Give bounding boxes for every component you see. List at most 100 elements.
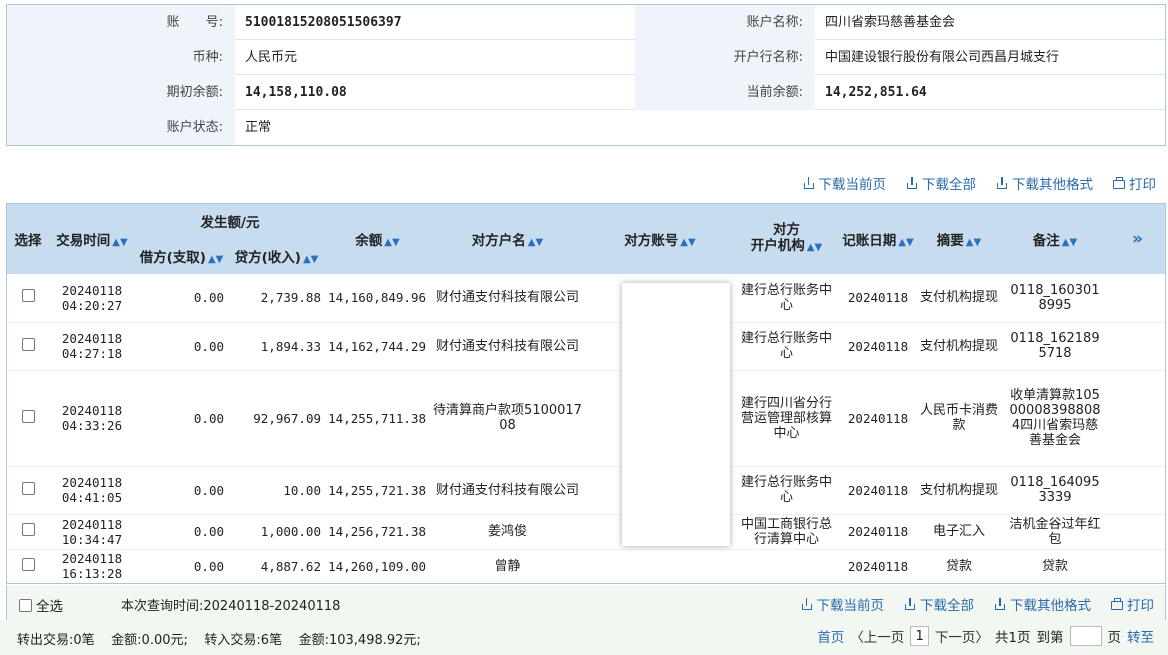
- bottom-toolbar: 下载当前页 下载全部 下载其他格式 打印: [801, 594, 1154, 614]
- time-part: 04:41:05: [61, 490, 123, 505]
- cell-summary: 支付机构提现: [920, 482, 999, 498]
- cell-balance: 14,260,109.00: [328, 558, 426, 574]
- col-remark[interactable]: 备注 ▲▼: [1000, 204, 1110, 274]
- cell-counterparty-name: 财付通支付科技有限公司: [435, 338, 579, 354]
- cell-balance: 14,162,744.29: [328, 338, 426, 354]
- cell-counterparty-name: 曾静: [494, 558, 521, 574]
- cell-balance: 14,255,711.38: [328, 410, 426, 426]
- cell-select[interactable]: [7, 274, 49, 322]
- cell-counterparty-bank: 建行四川省分行营运管理部核算中心: [740, 395, 832, 441]
- col-time[interactable]: 交易时间 ▲▼: [49, 204, 135, 274]
- account-name-value: 四川省索玛慈善基金会: [825, 15, 956, 30]
- cell-time: 20240118 16:13:28: [49, 549, 135, 583]
- table-row: 20240118 04:33:26 0.00 92,967.09 14,255,711.…: [7, 370, 1165, 466]
- col-counterparty-account[interactable]: 对方账号 ▲▼: [585, 204, 735, 274]
- cell-credit: 92,967.09: [253, 410, 321, 426]
- col-counterparty-bank[interactable]: 对方 开户机构 ▲▼: [735, 204, 838, 274]
- cell-posting-date: 20240118: [847, 410, 909, 426]
- current-page[interactable]: 1: [910, 626, 929, 646]
- select-all-checkbox[interactable]: 全选: [19, 595, 63, 615]
- query-time: 本次查询时间:20240118-20240118: [121, 599, 341, 614]
- col-balance[interactable]: 余额 ▲▼: [325, 204, 430, 274]
- current-balance-value: 14,252,851.64: [825, 85, 927, 100]
- time-part: 16:13:28: [61, 566, 123, 581]
- download-page-link[interactable]: 下载当前页: [803, 173, 886, 193]
- cell-select[interactable]: [7, 549, 49, 583]
- download-icon: [994, 598, 1006, 610]
- table-row: 20240118 04:27:18 0.00 1,894.33 14,162,744.2…: [7, 322, 1165, 370]
- col-amount-group: 发生额/元: [135, 204, 325, 238]
- account-row-2: 币种: 人民币元 开户行名称: 中国建设银行股份有限公司西昌月城支行: [7, 40, 1165, 75]
- summary-bar: 转出交易:0笔 金额:0.00元; 转入交易:6笔 金额:103,498.92元…: [0, 620, 1168, 655]
- prev-page-link[interactable]: 〈上一页: [850, 626, 904, 646]
- cell-remark: 0118_1603018995: [1010, 282, 1100, 313]
- cell-select[interactable]: [7, 466, 49, 514]
- sort-icon: ▲▼: [384, 237, 400, 248]
- row-checkbox[interactable]: [21, 481, 35, 495]
- cell-select[interactable]: [7, 514, 49, 549]
- sort-icon: ▲▼: [898, 237, 914, 248]
- cell-remark: 洁机金谷过年红包: [1009, 516, 1101, 547]
- sort-icon: ▲▼: [527, 237, 544, 248]
- cell-time: 20240118 04:27:18: [49, 322, 135, 370]
- cell-counterparty-bank: [735, 549, 838, 583]
- transaction-table: 选择 交易时间 ▲▼ 发生额/元 余额 ▲▼ 对方户名 ▲▼ 对方账号 ▲▼ 对方 开户机…: [6, 203, 1166, 584]
- time-part: 10:34:47: [61, 531, 123, 547]
- cell-counterparty-bank: 中国工商银行总行清算中心: [740, 516, 832, 547]
- bank-label: 开户行名称:: [635, 40, 815, 75]
- time-part: 04:33:26: [61, 418, 123, 433]
- more-columns-button[interactable]: »: [1110, 204, 1165, 274]
- cell-select[interactable]: [7, 322, 49, 370]
- cell-remark: 0118_1640953339: [1010, 475, 1100, 505]
- row-checkbox[interactable]: [21, 289, 35, 303]
- goto-page-input[interactable]: [1069, 626, 1102, 646]
- cell-credit: 10.00: [283, 482, 321, 498]
- table-row: 20240118 04:41:05 0.00 10.00 14,255,721.38 财付…: [7, 466, 1165, 514]
- cell-more: [1110, 322, 1165, 370]
- cell-time: 20240118 04:20:27: [49, 274, 135, 322]
- time-part: 20240118: [61, 551, 123, 566]
- col-posting-date[interactable]: 记账日期 ▲▼: [838, 204, 918, 274]
- print-link[interactable]: 打印: [1113, 173, 1156, 193]
- sort-icon: ▲▼: [965, 237, 982, 248]
- cell-credit: 2,739.88: [260, 290, 321, 306]
- cell-summary: 贷款: [945, 558, 972, 574]
- cell-counterparty-name: 姜鸿俊: [487, 524, 527, 539]
- time-part: 20240118: [61, 516, 123, 532]
- cell-summary: 支付机构提现: [920, 290, 999, 306]
- download-other-link[interactable]: 下载其他格式: [996, 173, 1093, 193]
- col-counterparty-name[interactable]: 对方户名 ▲▼: [430, 204, 585, 274]
- go-button[interactable]: 转至: [1127, 626, 1154, 646]
- download-page-link[interactable]: 下载当前页: [801, 594, 884, 614]
- col-select: 选择: [7, 204, 49, 274]
- col-summary[interactable]: 摘要 ▲▼: [918, 204, 1000, 274]
- download-all-link[interactable]: 下载全部: [904, 594, 974, 614]
- download-all-link[interactable]: 下载全部: [906, 173, 976, 193]
- col-credit[interactable]: 贷方(收入) ▲▼: [228, 238, 325, 274]
- row-checkbox[interactable]: [21, 409, 35, 423]
- cell-more: [1110, 274, 1165, 322]
- cell-more: [1110, 466, 1165, 514]
- cell-debit: 0.00: [193, 558, 224, 574]
- cell-select[interactable]: [7, 370, 49, 466]
- download-other-link[interactable]: 下载其他格式: [994, 594, 1091, 614]
- cell-remark: 0118_1621895718: [1010, 331, 1100, 361]
- row-checkbox[interactable]: [21, 557, 35, 571]
- cell-more: [1110, 514, 1165, 549]
- sort-icon: ▲▼: [806, 242, 823, 253]
- time-part: 20240118: [61, 403, 123, 418]
- checkbox[interactable]: [19, 598, 32, 612]
- first-page-link[interactable]: 首页: [817, 626, 844, 646]
- table-row: 20240118 16:13:28 0.00 4,887.62 14,260,109.0…: [7, 549, 1165, 583]
- print-link[interactable]: 打印: [1111, 594, 1154, 614]
- col-debit[interactable]: 借方(支取) ▲▼: [135, 238, 228, 274]
- next-page-link[interactable]: 下一页〉: [935, 626, 989, 646]
- sort-icon: ▲▼: [302, 254, 319, 265]
- cell-counterparty-name: 财付通支付科技有限公司: [435, 482, 579, 498]
- time-part: 20240118: [61, 475, 123, 490]
- cell-posting-date: 20240118: [847, 290, 909, 306]
- row-checkbox[interactable]: [21, 523, 35, 536]
- top-toolbar: 下载当前页 下载全部 下载其他格式 打印: [803, 173, 1156, 193]
- row-checkbox[interactable]: [21, 337, 35, 351]
- double-chevron-right-icon: »: [1132, 229, 1143, 249]
